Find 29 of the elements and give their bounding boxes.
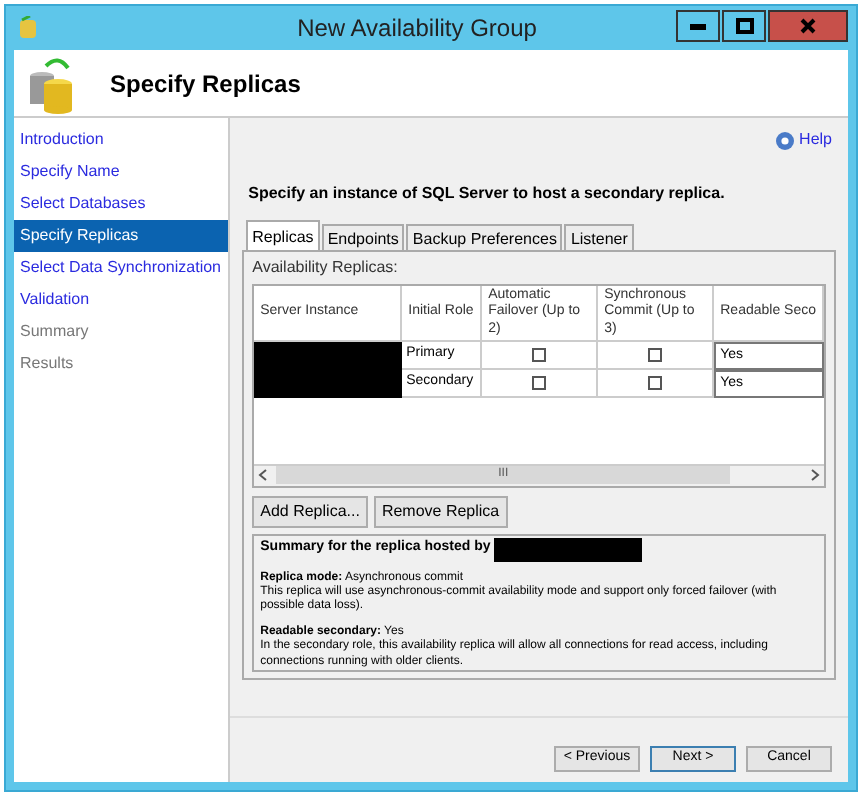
checkbox[interactable] (532, 348, 547, 362)
checkbox[interactable] (648, 348, 663, 362)
remove-replica-button[interactable]: Remove Replica (373, 495, 508, 528)
page-title: Specify Replicas (110, 67, 301, 101)
add-replica-button[interactable]: Add Replica... (252, 495, 368, 528)
tab[interactable]: Listener (564, 224, 634, 250)
sidebar-item[interactable]: Specify Name (14, 156, 229, 188)
scroll-right-icon[interactable] (806, 466, 824, 485)
sidebar-item[interactable]: Specify Replicas (14, 220, 229, 252)
checkbox[interactable] (648, 376, 663, 390)
help-link[interactable]: Help (799, 128, 832, 152)
sidebar-item[interactable]: Introduction (14, 124, 229, 156)
checkbox[interactable] (532, 376, 547, 390)
close-icon (800, 18, 816, 34)
tab[interactable]: Backup Preferences (406, 224, 563, 250)
tab[interactable]: Endpoints (321, 224, 405, 250)
maximize-button[interactable] (722, 10, 766, 42)
window-title: New Availability Group (297, 12, 537, 46)
sidebar-item[interactable]: Select Data Synchronization (14, 252, 229, 284)
group-label: Availability Replicas: (252, 256, 400, 280)
tab[interactable]: Replicas (246, 220, 320, 250)
minimize-button[interactable] (676, 10, 720, 42)
maximize-icon (735, 18, 753, 34)
minimize-icon (690, 23, 706, 29)
sidebar-item[interactable]: Select Databases (14, 188, 229, 220)
help-icon (775, 131, 794, 149)
close-button[interactable] (768, 10, 848, 42)
instruction-text: Specify an instance of SQL Server to host a secondary replica. (248, 182, 727, 206)
sidebar-item[interactable]: Validation (14, 284, 229, 316)
